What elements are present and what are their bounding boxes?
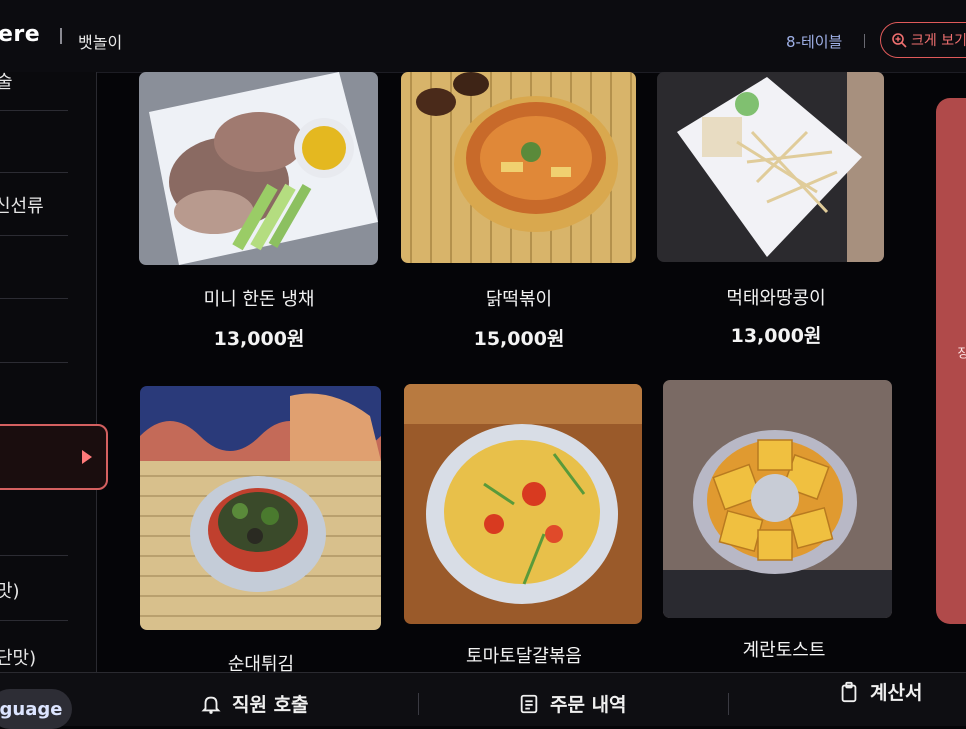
menu-item-name: 토마토달걀볶음 (466, 646, 582, 667)
sidebar-item-sweet[interactable]: 단맛) (0, 644, 64, 670)
cart-panel[interactable]: 장 (936, 98, 966, 624)
sidebar-item-fresh[interactable]: 신선류 (0, 192, 62, 218)
menu-item-name: 계란토스트 (742, 640, 826, 661)
zoom-label: 크게 보기 (911, 33, 966, 49)
menu-item-price: 15,000원 (473, 328, 565, 350)
menu-item-image[interactable] (663, 380, 892, 618)
sidebar-item-drinks[interactable]: 술 (0, 68, 64, 94)
sidebar-divider (0, 555, 68, 556)
menu-item-name: 닭떡볶이 (485, 289, 553, 310)
menu-item-image[interactable] (401, 72, 636, 263)
footer-divider (418, 693, 419, 715)
menu-item-name: 먹태와땅콩이 (726, 288, 826, 309)
category-sidebar: 술 신선류 맛) 단맛) (0, 72, 108, 672)
order-history-label: 주문 내역 (550, 694, 627, 716)
store-name: 뱃놀이 (78, 33, 123, 52)
sidebar-divider (0, 172, 68, 173)
menu-item-image[interactable] (139, 72, 378, 265)
zoom-button[interactable]: 크게 보기 (880, 22, 966, 58)
sidebar-item-selected[interactable] (0, 424, 108, 490)
bill-button[interactable]: 계산서 (838, 678, 922, 705)
menu-item-image[interactable] (140, 386, 381, 630)
header-divider (60, 28, 62, 44)
menu-item-price: 13,000원 (213, 328, 305, 350)
brand-logo: ere (0, 22, 41, 47)
sidebar-divider (0, 620, 68, 621)
sidebar-divider (0, 362, 68, 363)
language-button[interactable]: guage (0, 689, 72, 729)
bill-label: 계산서 (870, 682, 923, 704)
menu-item-name: 미니 한돈 냉채 (203, 289, 315, 310)
zoom-in-icon (892, 33, 907, 48)
header-divider-2 (864, 34, 865, 48)
menu-item-price: 13,000원 (730, 325, 822, 347)
call-staff-button[interactable]: 직원 호출 (200, 690, 309, 717)
sidebar-divider (0, 298, 68, 299)
sidebar-divider (0, 110, 68, 111)
footer-divider (728, 693, 729, 715)
call-staff-label: 직원 호출 (232, 694, 309, 716)
bottom-bar: guage 직원 호출 주문 내역 계산서 (0, 672, 966, 729)
sidebar-item-mild[interactable]: 맛) (0, 577, 64, 603)
clipboard-icon (841, 681, 857, 702)
bell-icon (201, 696, 221, 714)
menu-item-image[interactable] (404, 384, 642, 624)
table-label: 8-테이블 (786, 33, 843, 51)
sidebar-divider (0, 235, 68, 236)
menu-item-image[interactable] (657, 72, 884, 262)
receipt-list-icon (520, 694, 538, 713)
order-history-button[interactable]: 주문 내역 (518, 690, 627, 717)
cart-panel-label: 장 (954, 346, 966, 359)
top-bar: ere 뱃놀이 8-테이블 크게 보기 (0, 0, 966, 73)
language-label: guage (0, 698, 63, 720)
play-arrow-icon (82, 450, 92, 464)
